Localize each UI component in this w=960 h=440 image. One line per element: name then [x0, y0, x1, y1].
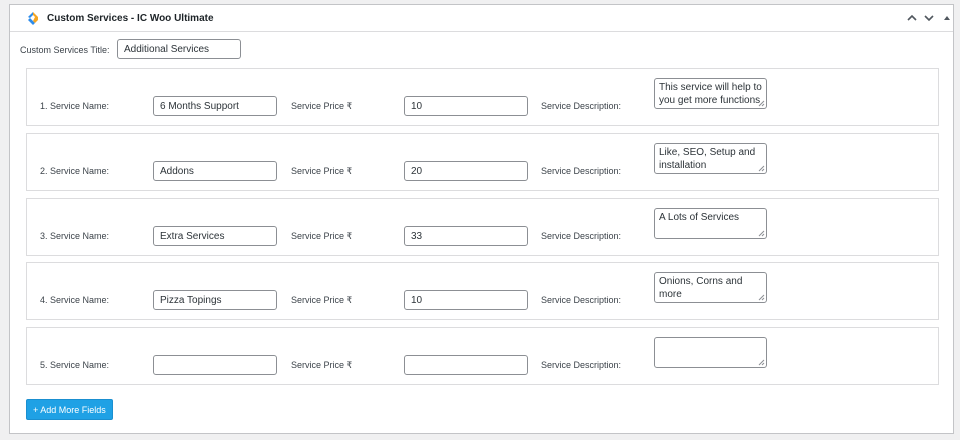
service-description-textarea[interactable]: A Lots of Services [654, 208, 767, 239]
service-price-input[interactable] [404, 290, 528, 310]
service-row: 4. Service Name: Service Price ₹ Service… [26, 262, 939, 320]
service-price-label: Service Price ₹ [291, 295, 353, 305]
service-price-label: Service Price ₹ [291, 101, 353, 111]
service-row: 2. Service Name: Service Price ₹ Service… [26, 133, 939, 191]
service-name-input[interactable] [153, 96, 277, 116]
services-title-label: Custom Services Title: [20, 45, 110, 55]
service-description-label: Service Description: [541, 360, 622, 370]
custom-services-metabox: Custom Services - IC Woo Ultimate Custom… [9, 4, 954, 434]
service-description-label: Service Description: [541, 101, 622, 111]
service-name-label: 2. Service Name: [40, 166, 110, 176]
service-row: 1. Service Name: Service Price ₹ Service… [26, 68, 939, 126]
service-name-label: 3. Service Name: [40, 231, 110, 241]
service-name-label: 4. Service Name: [40, 295, 110, 305]
service-row: 3. Service Name: Service Price ₹ Service… [26, 198, 939, 256]
service-name-input[interactable] [153, 355, 277, 375]
services-title-input[interactable] [117, 39, 241, 59]
service-description-textarea[interactable]: Onions, Corns and more [654, 272, 767, 303]
service-price-label: Service Price ₹ [291, 360, 353, 370]
service-row: 5. Service Name: Service Price ₹ Service… [26, 327, 939, 385]
plugin-logo-icon [25, 11, 41, 27]
service-description-textarea[interactable] [654, 337, 767, 368]
service-description-label: Service Description: [541, 231, 622, 241]
service-description-textarea[interactable]: Like, SEO, Setup and installation [654, 143, 767, 174]
service-name-label: 1. Service Name: [40, 101, 110, 111]
service-price-label: Service Price ₹ [291, 231, 353, 241]
add-more-fields-button[interactable]: + Add More Fields [26, 399, 113, 420]
service-description-textarea[interactable]: This service will help to you get more f… [654, 78, 767, 109]
move-up-icon[interactable] [904, 10, 920, 26]
service-name-input[interactable] [153, 290, 277, 310]
service-price-input[interactable] [404, 226, 528, 246]
toggle-panel-icon[interactable] [939, 10, 955, 26]
service-name-input[interactable] [153, 161, 277, 181]
move-down-icon[interactable] [921, 10, 937, 26]
metabox-header: Custom Services - IC Woo Ultimate [10, 5, 953, 32]
service-name-input[interactable] [153, 226, 277, 246]
service-price-input[interactable] [404, 161, 528, 181]
service-price-input[interactable] [404, 96, 528, 116]
service-description-label: Service Description: [541, 295, 622, 305]
service-price-label: Service Price ₹ [291, 166, 353, 176]
service-description-label: Service Description: [541, 166, 622, 176]
service-name-label: 5. Service Name: [40, 360, 110, 370]
service-price-input[interactable] [404, 355, 528, 375]
metabox-title: Custom Services - IC Woo Ultimate [47, 13, 214, 24]
